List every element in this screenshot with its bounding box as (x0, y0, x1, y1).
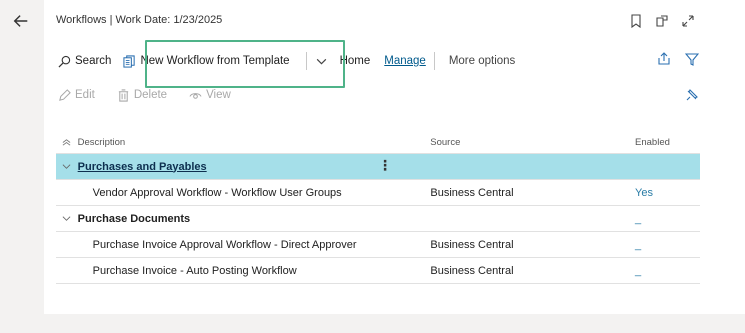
tab-home[interactable]: Home (340, 55, 371, 67)
row-enabled: _ (635, 212, 642, 225)
view-label: View (206, 89, 231, 101)
edit-button[interactable]: Edit (58, 88, 95, 102)
table-row[interactable]: Purchase Documents _ (56, 206, 700, 232)
share-icon[interactable] (657, 52, 671, 66)
column-source[interactable]: Source (430, 137, 635, 148)
delete-label: Delete (133, 89, 168, 101)
eye-icon (189, 92, 202, 99)
table-header: Description Source Enabled (56, 132, 700, 154)
row-enabled: _ (635, 238, 642, 251)
pencil-icon (59, 88, 71, 101)
copy-document-icon (123, 54, 136, 68)
view-button[interactable]: View (189, 89, 231, 102)
new-workflow-from-template-label: New Workflow from Template (140, 55, 290, 67)
tab-manage[interactable]: Manage (384, 55, 426, 67)
group-collapse-icon[interactable] (56, 214, 78, 223)
more-options-button[interactable]: More options (449, 55, 515, 67)
filter-pane-icon (686, 89, 698, 101)
row-source: Business Central (430, 186, 514, 199)
row-description: Purchase Invoice Approval Workflow - Dir… (92, 238, 357, 251)
search-action[interactable]: Search (58, 55, 111, 68)
group-collapse-icon[interactable] (56, 162, 78, 171)
open-new-window-icon[interactable] (655, 14, 669, 28)
action-bar-right (657, 52, 699, 66)
column-description[interactable]: Description (78, 137, 421, 148)
chevron-down-icon (316, 58, 326, 65)
row-description[interactable]: Purchases and Payables (78, 161, 421, 173)
search-label: Search (75, 55, 112, 67)
pin-filter-pane[interactable] (685, 88, 699, 105)
divider (305, 52, 307, 70)
row-description: Purchase Invoice - Auto Posting Workflow (92, 264, 297, 277)
trash-icon (118, 88, 128, 102)
collapse-all-icon[interactable] (56, 138, 78, 147)
table-row[interactable]: Purchases and Payables ⋮ (56, 154, 700, 180)
table-row[interactable]: Purchase Invoice Approval Workflow - Dir… (56, 232, 700, 258)
new-workflow-from-template-button[interactable]: New Workflow from Template (123, 54, 290, 68)
filter-icon[interactable] (685, 52, 699, 66)
arrow-left-icon (13, 15, 28, 27)
divider (433, 52, 435, 70)
edit-label: Edit (75, 89, 95, 101)
page-panel: Workflows | Work Date: 1/23/2025 Search … (44, 0, 745, 314)
expand-icon[interactable] (681, 14, 695, 28)
row-source: Business Central (430, 238, 514, 251)
row-enabled: Yes (635, 186, 653, 199)
row-menu-icon[interactable]: ⋮ (378, 158, 392, 172)
bookmark-icon[interactable] (629, 14, 643, 28)
row-description: Purchase Documents (77, 212, 191, 225)
page-title: Workflows | Work Date: 1/23/2025 (56, 14, 223, 26)
search-icon (58, 55, 71, 67)
action-bar: Search New Workflow from Template Home M… (58, 50, 699, 72)
workflows-table: Description Source Enabled Purchases and… (56, 132, 700, 284)
more-actions-chevron[interactable] (315, 55, 328, 68)
table-row[interactable]: Purchase Invoice - Auto Posting Workflow… (56, 258, 700, 284)
row-enabled: _ (635, 264, 642, 277)
secondary-action-bar: Edit Delete View (58, 86, 699, 104)
table-row[interactable]: Vendor Approval Workflow - Workflow User… (56, 180, 700, 206)
title-icons (629, 14, 695, 28)
row-source: Business Central (430, 264, 514, 277)
back-button[interactable] (8, 8, 34, 34)
delete-button[interactable]: Delete (117, 88, 168, 102)
column-enabled[interactable]: Enabled (635, 137, 700, 148)
row-description: Vendor Approval Workflow - Workflow User… (92, 186, 342, 199)
